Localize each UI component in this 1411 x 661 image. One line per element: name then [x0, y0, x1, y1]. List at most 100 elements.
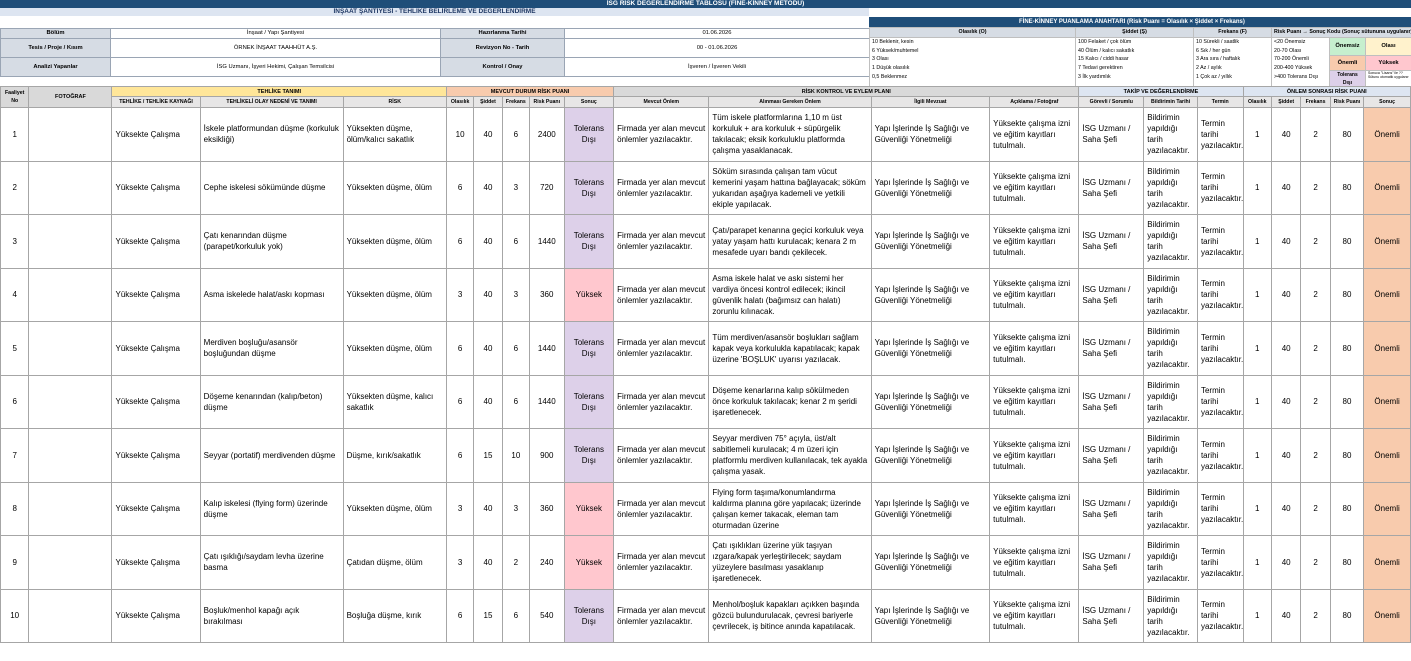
cell-risk-puani[interactable]: 360 — [529, 481, 565, 536]
cell-risk[interactable]: Yüksekten düşme, ölüm/kalıcı sakatlık — [342, 107, 447, 162]
cell-siddet-2[interactable]: 40 — [1270, 107, 1302, 162]
cell-sonuc[interactable]: Tolerans Dışı — [563, 588, 615, 643]
legend-tag-tolerans[interactable]: Tolerans Dışı — [1329, 69, 1366, 88]
cell-frekans[interactable]: 3 — [501, 267, 531, 322]
cell-aciklama[interactable]: Yüksekte çalışma izni ve eğitim kayıtlar… — [989, 428, 1080, 483]
cell-mevzuat[interactable]: Yapı İşlerinde İş Sağlığı ve Güvenliği Y… — [870, 481, 991, 536]
cell-olay[interactable]: Çatı ışıklığı/saydam levha üzerine basma — [199, 535, 344, 590]
cell-photo[interactable] — [28, 481, 113, 536]
legend-header-siddet[interactable]: Şiddet (Ş) — [1075, 27, 1194, 38]
cell-frekans-2[interactable]: 2 — [1300, 214, 1331, 269]
column-header-risk-puani-2[interactable]: Risk Puanı — [1329, 96, 1365, 108]
cell-risk-puani-2[interactable]: 80 — [1329, 214, 1365, 269]
cell-mevcut-onlem[interactable]: Firmada yer alan mevcut önlemler yazılac… — [613, 588, 710, 643]
cell-sonuc[interactable]: Tolerans Dışı — [563, 214, 615, 269]
cell-termin[interactable]: Termin tarihi yazılacaktır. — [1196, 481, 1244, 536]
cell-gorevli[interactable]: İSG Uzmanı / Saha Şefi — [1078, 160, 1145, 215]
cell-mevzuat[interactable]: Yapı İşlerinde İş Sağlığı ve Güvenliği Y… — [870, 107, 991, 162]
cell-aciklama[interactable]: Yüksekte çalışma izni ve eğitim kayıtlar… — [989, 588, 1080, 643]
cell-gorevli[interactable]: İSG Uzmanı / Saha Şefi — [1078, 535, 1145, 590]
meta-value-bolum[interactable]: İnşaat / Yapı Şantiyesi — [110, 28, 441, 39]
cell-alinmasi-gereken[interactable]: Söküm sırasında çalışan tam vücut kemeri… — [708, 160, 872, 215]
cell-aciklama[interactable]: Yüksekte çalışma izni ve eğitim kayıtlar… — [989, 374, 1080, 429]
cell-photo[interactable] — [28, 107, 113, 162]
cell-aciklama[interactable]: Yüksekte çalışma izni ve eğitim kayıtlar… — [989, 214, 1080, 269]
cell-tehlike-kaynagi[interactable]: Yüksekte Çalışma — [111, 374, 201, 429]
cell-olay[interactable]: Döşeme kenarından (kalıp/beton) düşme — [199, 374, 344, 429]
legend-siddet-list[interactable]: 100 Felaket / çok ölüm 40 Ölüm / kalıcı … — [1075, 36, 1194, 88]
cell-siddet-2[interactable]: 40 — [1270, 428, 1302, 483]
cell-frekans-2[interactable]: 2 — [1300, 160, 1331, 215]
cell-olasilik-2[interactable]: 1 — [1242, 160, 1272, 215]
cell-no[interactable]: 6 — [0, 374, 30, 429]
cell-risk[interactable]: Yüksekten düşme, ölüm — [342, 160, 447, 215]
cell-olasilik[interactable]: 10 — [445, 107, 475, 162]
cell-risk[interactable]: Boşluğa düşme, kırık — [342, 588, 447, 643]
cell-sonuc-2[interactable]: Önemli — [1363, 321, 1411, 376]
legend-header-puan[interactable]: Risk Puanı → Sonuç Kodu (Sonuç sütununa … — [1270, 27, 1411, 38]
cell-no[interactable]: 1 — [0, 107, 30, 162]
cell-sonuc[interactable]: Yüksek — [563, 481, 615, 536]
cell-olay[interactable]: İskele platformundan düşme (korkuluk eks… — [199, 107, 344, 162]
column-header-olasilik[interactable]: Olasılık — [445, 96, 475, 108]
cell-alinmasi-gereken[interactable]: Döşeme kenarlarına kalıp sökülmeden önce… — [708, 374, 872, 429]
cell-sonuc-2[interactable]: Önemli — [1363, 214, 1411, 269]
column-header-sonuc[interactable]: Sonuç — [563, 96, 615, 108]
cell-siddet[interactable]: 40 — [473, 535, 503, 590]
cell-no[interactable]: 4 — [0, 267, 30, 322]
cell-aciklama[interactable]: Yüksekte çalışma izni ve eğitim kayıtlar… — [989, 321, 1080, 376]
cell-siddet-2[interactable]: 40 — [1270, 588, 1302, 643]
cell-sonuc[interactable]: Yüksek — [563, 535, 615, 590]
column-header-frekans-2[interactable]: Frekans — [1300, 96, 1331, 108]
cell-sonuc[interactable]: Tolerans Dışı — [563, 374, 615, 429]
cell-photo[interactable] — [28, 535, 113, 590]
cell-risk-puani[interactable]: 540 — [529, 588, 565, 643]
group-header-sonra[interactable]: ÖNLEM SONRASI RİSK PUANI — [1242, 86, 1411, 97]
cell-siddet[interactable]: 15 — [473, 428, 503, 483]
legend-tag-onemli[interactable]: Önemli — [1329, 54, 1366, 71]
meta-value-kontrol[interactable]: İşveren / İşveren Vekili — [564, 56, 870, 77]
cell-gorevli[interactable]: İSG Uzmanı / Saha Şefi — [1078, 588, 1145, 643]
cell-mevcut-onlem[interactable]: Firmada yer alan mevcut önlemler yazılac… — [613, 481, 710, 536]
cell-olasilik-2[interactable]: 1 — [1242, 214, 1272, 269]
column-header-siddet-2[interactable]: Şiddet — [1270, 96, 1302, 108]
cell-alinmasi-gereken[interactable]: Tüm iskele platformlarına 1,10 m üst kor… — [708, 107, 872, 162]
cell-termin[interactable]: Termin tarihi yazılacaktır. — [1196, 107, 1244, 162]
cell-frekans[interactable]: 6 — [501, 374, 531, 429]
cell-risk-puani-2[interactable]: 80 — [1329, 535, 1365, 590]
cell-siddet[interactable]: 15 — [473, 588, 503, 643]
cell-risk-puani-2[interactable]: 80 — [1329, 374, 1365, 429]
cell-frekans-2[interactable]: 2 — [1300, 535, 1331, 590]
cell-mevcut-onlem[interactable]: Firmada yer alan mevcut önlemler yazılac… — [613, 374, 710, 429]
cell-gorevli[interactable]: İSG Uzmanı / Saha Şefi — [1078, 267, 1145, 322]
cell-tehlike-kaynagi[interactable]: Yüksekte Çalışma — [111, 588, 201, 643]
cell-sonuc-2[interactable]: Önemli — [1363, 535, 1411, 590]
column-header-risk[interactable]: RİSK — [342, 96, 447, 108]
cell-termin[interactable]: Termin tarihi yazılacaktır. — [1196, 374, 1244, 429]
cell-risk[interactable]: Yüksekten düşme, ölüm — [342, 321, 447, 376]
column-header-alinmasi-gereken[interactable]: Alınması Gereken Önlem — [708, 96, 872, 108]
cell-gorevli[interactable]: İSG Uzmanı / Saha Şefi — [1078, 374, 1145, 429]
cell-alinmasi-gereken[interactable]: Çatı ışıklıkları üzerine yük taşıyan ızg… — [708, 535, 872, 590]
cell-mevcut-onlem[interactable]: Firmada yer alan mevcut önlemler yazılac… — [613, 107, 710, 162]
cell-siddet-2[interactable]: 40 — [1270, 374, 1302, 429]
cell-no[interactable]: 3 — [0, 214, 30, 269]
cell-risk[interactable]: Yüksekten düşme, ölüm — [342, 214, 447, 269]
cell-siddet[interactable]: 40 — [473, 321, 503, 376]
cell-photo[interactable] — [28, 588, 113, 643]
column-header-risk-puani[interactable]: Risk Puanı — [529, 96, 565, 108]
cell-tehlike-kaynagi[interactable]: Yüksekte Çalışma — [111, 107, 201, 162]
cell-bildirim[interactable]: Bildirimin yapıldığı tarih yazılacaktır. — [1143, 214, 1198, 269]
cell-alinmasi-gereken[interactable]: Tüm merdiven/asansör boşlukları sağlam k… — [708, 321, 872, 376]
cell-frekans[interactable]: 6 — [501, 588, 531, 643]
cell-tehlike-kaynagi[interactable]: Yüksekte Çalışma — [111, 214, 201, 269]
cell-olay[interactable]: Seyyar (portatif) merdivenden düşme — [199, 428, 344, 483]
cell-mevcut-onlem[interactable]: Firmada yer alan mevcut önlemler yazılac… — [613, 214, 710, 269]
cell-bildirim[interactable]: Bildirimin yapıldığı tarih yazılacaktır. — [1143, 321, 1198, 376]
cell-olasilik[interactable]: 6 — [445, 321, 475, 376]
column-header-termin[interactable]: Termin — [1196, 96, 1244, 108]
cell-aciklama[interactable]: Yüksekte çalışma izni ve eğitim kayıtlar… — [989, 160, 1080, 215]
cell-termin[interactable]: Termin tarihi yazılacaktır. — [1196, 428, 1244, 483]
cell-aciklama[interactable]: Yüksekte çalışma izni ve eğitim kayıtlar… — [989, 535, 1080, 590]
cell-frekans-2[interactable]: 2 — [1300, 588, 1331, 643]
